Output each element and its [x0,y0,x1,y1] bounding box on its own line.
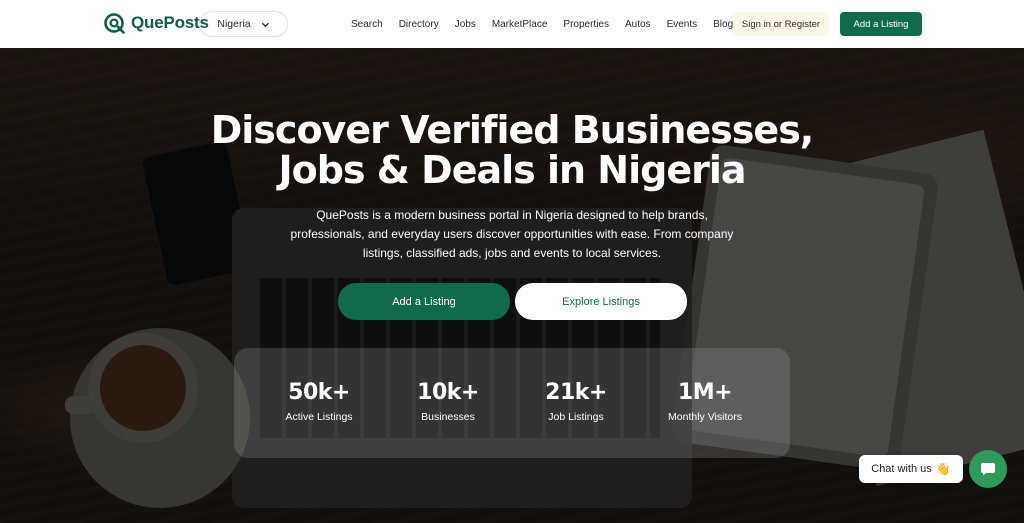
signin-button[interactable]: Sign in or Register [733,12,829,36]
stat-value: 10k+ [417,380,479,405]
headline-line-2: Jobs & Deals in Nigeria [278,148,746,192]
chat-launcher-button[interactable] [969,450,1007,488]
menu-item-properties[interactable]: Properties [563,19,609,30]
menu-item-jobs[interactable]: Jobs [455,19,476,30]
explore-listings-button[interactable]: Explore Listings [515,283,687,320]
add-listing-nav-button[interactable]: Add a Listing [840,12,922,36]
chat-bubble-icon [981,463,995,476]
stat-monthly-visitors: 1M+ Monthly Visitors [645,380,765,423]
stat-value: 50k+ [288,380,350,405]
chevron-down-icon [261,22,269,27]
menu-item-directory[interactable]: Directory [399,19,439,30]
chat-label: Chat with us [871,463,932,475]
hero-headline: Discover Verified Businesses, Jobs & Dea… [0,110,1024,190]
menu-item-blog[interactable]: Blog [713,19,733,30]
wave-emoji-icon: 👋 [935,462,951,476]
hero-section: Discover Verified Businesses, Jobs & Dea… [0,48,1024,523]
headline-line-1: Discover Verified Businesses, [210,108,815,152]
quepost-logo-icon [104,13,125,34]
main-menu: Search Directory Jobs MarketPlace Proper… [351,0,749,48]
menu-item-events[interactable]: Events [667,19,698,30]
hero-description: QuePosts is a modern business portal in … [290,208,734,260]
country-label: Nigeria [217,18,251,30]
menu-item-marketplace[interactable]: MarketPlace [492,19,548,30]
stat-label: Monthly Visitors [668,411,742,423]
stat-value: 1M+ [677,380,733,405]
country-selector[interactable]: Nigeria [199,11,288,37]
menu-item-search[interactable]: Search [351,19,383,30]
stats-panel: 50k+ Active Listings 10k+ Businesses 21k… [234,348,790,458]
brand-name: QuePosts [131,13,209,32]
top-navbar: QuePosts Nigeria Search Directory Jobs M… [0,0,1024,48]
stat-label: Active Listings [285,411,353,423]
chat-prompt[interactable]: Chat with us 👋 [859,455,963,483]
menu-item-autos[interactable]: Autos [625,19,651,30]
stat-active-listings: 50k+ Active Listings [259,380,379,423]
logo[interactable]: QuePosts [103,12,209,34]
stat-businesses: 10k+ Businesses [388,380,508,423]
stat-value: 21k+ [545,380,607,405]
stat-job-listings: 21k+ Job Listings [516,380,636,423]
stat-label: Businesses [421,411,475,423]
add-listing-button[interactable]: Add a Listing [338,283,510,320]
stat-label: Job Listings [548,411,604,423]
